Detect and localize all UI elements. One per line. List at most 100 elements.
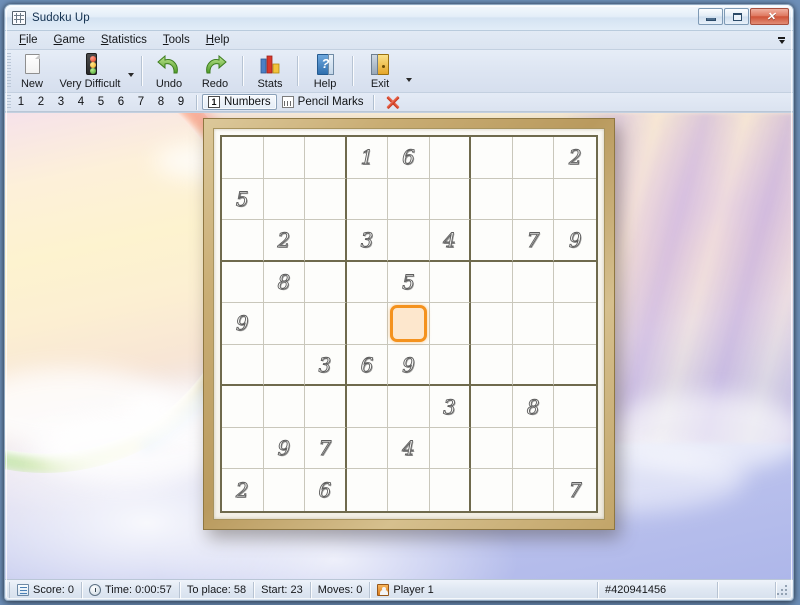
sudoku-cell-r3c3[interactable] <box>305 220 347 262</box>
sudoku-cell-r5c1[interactable]: 9 <box>222 303 264 345</box>
maximize-button[interactable] <box>724 8 749 25</box>
sudoku-cell-r3c1[interactable] <box>222 220 264 262</box>
sudoku-cell-r3c4[interactable]: 3 <box>346 220 389 262</box>
sudoku-cell-r8c9[interactable] <box>554 428 596 470</box>
sudoku-cell-r6c2[interactable] <box>263 344 306 387</box>
sudoku-cell-r6c1[interactable] <box>222 344 264 387</box>
sudoku-cell-r9c1[interactable]: 2 <box>222 469 264 511</box>
number-key-9[interactable]: 9 <box>171 96 191 108</box>
sudoku-grid[interactable]: 16252347985936938974267 <box>220 135 598 513</box>
sudoku-cell-r5c8[interactable] <box>512 303 555 345</box>
sudoku-cell-r1c4[interactable]: 1 <box>346 137 389 179</box>
undo-button[interactable]: Undo <box>146 51 192 92</box>
sudoku-cell-r9c5[interactable] <box>388 469 430 511</box>
sudoku-cell-r8c1[interactable] <box>222 427 264 470</box>
menu-statistics[interactable]: Statistics <box>93 32 155 48</box>
sudoku-cell-r7c8[interactable]: 8 <box>512 386 555 428</box>
sudoku-cell-r7c4[interactable] <box>346 386 389 428</box>
sudoku-cell-r6c6[interactable] <box>429 344 472 387</box>
sudoku-cell-r3c8[interactable]: 7 <box>512 220 555 262</box>
new-button[interactable]: New <box>9 51 55 92</box>
sudoku-cell-r5c7[interactable] <box>471 303 513 345</box>
close-button[interactable]: ✕ <box>750 8 789 25</box>
menu-overflow-chevron-icon[interactable] <box>777 36 786 45</box>
difficulty-dropdown-arrow[interactable] <box>125 51 137 92</box>
sudoku-cell-r7c5[interactable] <box>388 386 430 428</box>
sudoku-cell-r1c8[interactable] <box>512 137 555 179</box>
stats-button[interactable]: Stats <box>247 51 293 92</box>
sudoku-cell-r6c4[interactable]: 6 <box>346 344 389 387</box>
sudoku-cell-r8c7[interactable] <box>471 427 513 470</box>
resize-grip-icon[interactable] <box>776 583 790 597</box>
sudoku-cell-r6c8[interactable] <box>512 344 555 387</box>
sudoku-cell-r1c3[interactable] <box>305 137 347 179</box>
sudoku-cell-r6c7[interactable] <box>471 344 513 387</box>
sudoku-cell-r6c5[interactable]: 9 <box>388 344 430 387</box>
sudoku-cell-r9c8[interactable] <box>513 469 555 511</box>
sudoku-cell-r2c3[interactable] <box>305 178 347 221</box>
sudoku-cell-r2c2[interactable] <box>263 178 306 221</box>
sudoku-cell-r4c2[interactable]: 8 <box>263 261 306 304</box>
sudoku-cell-r1c6[interactable] <box>429 137 472 179</box>
sudoku-cell-r1c9[interactable]: 2 <box>554 137 596 179</box>
sudoku-cell-r1c1[interactable] <box>222 137 264 179</box>
sudoku-cell-r9c2[interactable] <box>264 469 306 511</box>
sudoku-cell-r2c7[interactable] <box>471 178 513 221</box>
redo-button[interactable]: Redo <box>192 51 238 92</box>
sudoku-cell-r2c1[interactable]: 5 <box>222 178 264 221</box>
number-key-3[interactable]: 3 <box>51 96 71 108</box>
sudoku-cell-r3c9[interactable]: 9 <box>554 220 596 262</box>
sudoku-cell-r6c3[interactable]: 3 <box>305 344 347 387</box>
menu-game[interactable]: Game <box>46 32 93 48</box>
sudoku-cell-r5c4[interactable] <box>346 303 389 345</box>
sudoku-cell-r7c1[interactable] <box>222 386 264 428</box>
exit-button[interactable]: Exit <box>357 51 403 92</box>
number-key-1[interactable]: 1 <box>11 96 31 108</box>
sudoku-cell-r9c7[interactable] <box>471 469 513 511</box>
sudoku-cell-r1c5[interactable]: 6 <box>388 137 430 179</box>
sudoku-cell-r3c7[interactable] <box>471 220 513 262</box>
sudoku-cell-r8c5[interactable]: 4 <box>388 427 430 470</box>
sudoku-cell-r4c6[interactable] <box>429 261 472 304</box>
sudoku-cell-r4c3[interactable] <box>305 261 347 304</box>
sudoku-cell-r8c4[interactable] <box>346 427 389 470</box>
number-key-2[interactable]: 2 <box>31 96 51 108</box>
sudoku-cell-r9c3[interactable]: 6 <box>305 469 347 511</box>
sudoku-cell-r7c3[interactable] <box>305 386 347 428</box>
number-key-4[interactable]: 4 <box>71 96 91 108</box>
sudoku-cell-r2c9[interactable] <box>554 179 596 221</box>
sudoku-cell-r8c8[interactable] <box>512 427 555 470</box>
menu-file[interactable]: File <box>11 32 46 48</box>
menu-help[interactable]: Help <box>198 32 238 48</box>
number-key-5[interactable]: 5 <box>91 96 111 108</box>
difficulty-button[interactable]: Very Difficult <box>55 51 125 92</box>
sudoku-cell-r5c3[interactable] <box>305 303 347 345</box>
sudoku-cell-r7c6[interactable]: 3 <box>429 386 472 428</box>
sudoku-cell-r7c2[interactable] <box>263 386 306 428</box>
sudoku-cell-r2c5[interactable] <box>388 178 430 221</box>
red-x-clear-icon[interactable] <box>386 95 401 110</box>
sudoku-cell-r4c5[interactable]: 5 <box>388 261 430 304</box>
sudoku-cell-r3c6[interactable]: 4 <box>429 220 472 262</box>
sudoku-cell-r5c9[interactable] <box>554 303 596 345</box>
sudoku-cell-r9c9[interactable]: 7 <box>554 469 596 511</box>
sudoku-cell-r3c2[interactable]: 2 <box>263 220 306 262</box>
sudoku-cell-r1c7[interactable] <box>471 137 513 179</box>
number-key-8[interactable]: 8 <box>151 96 171 108</box>
sudoku-cell-r4c9[interactable] <box>554 262 596 304</box>
sudoku-cell-r4c1[interactable] <box>222 261 264 304</box>
sudoku-cell-r7c9[interactable] <box>554 386 596 428</box>
sudoku-cell-r6c9[interactable] <box>554 345 596 387</box>
numbers-mode-button[interactable]: 1 Numbers <box>202 94 277 110</box>
sudoku-cell-r1c2[interactable] <box>263 137 306 179</box>
sudoku-cell-r9c4[interactable] <box>347 469 389 511</box>
sudoku-cell-r5c2[interactable] <box>263 303 306 345</box>
sudoku-cell-r8c3[interactable]: 7 <box>305 427 347 470</box>
sudoku-cell-r4c4[interactable] <box>346 261 389 304</box>
sudoku-cell-r8c2[interactable]: 9 <box>263 427 306 470</box>
sudoku-cell-r8c6[interactable] <box>429 427 472 470</box>
sudoku-cell-r9c6[interactable] <box>430 469 472 511</box>
sudoku-cell-selected[interactable] <box>388 303 430 345</box>
sudoku-cell-r2c8[interactable] <box>512 178 555 221</box>
pencil-marks-mode-button[interactable]: Pencil Marks <box>277 94 369 110</box>
